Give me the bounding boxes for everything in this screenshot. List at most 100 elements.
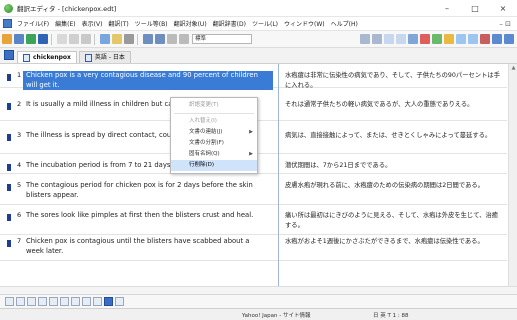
menu-item-split-sentence[interactable]: 文書の分割(F) [171, 138, 257, 149]
document-list-icon[interactable] [4, 50, 14, 60]
dictionary-icon[interactable] [112, 34, 122, 44]
target-text[interactable]: 痛い所は最初はにきびのように見える、そして、水疱は外皮を生じて、治癒する。 [285, 211, 503, 230]
menu-help[interactable]: ヘルプ(H) [328, 19, 361, 28]
document-tab-bar: chickenpox 英語 - 日本 [0, 48, 517, 64]
window-icon[interactable] [456, 34, 466, 44]
menu-dictionary[interactable]: 翻訳辞書(D) [210, 19, 249, 28]
target-text[interactable]: それは通常子供たちの軽い病気であるが、大人の重態でありえる。 [285, 100, 503, 110]
list-icon[interactable] [16, 297, 25, 306]
source-text[interactable]: Chicken pox is contagious until the blis… [26, 237, 268, 256]
row-number: 7 [17, 237, 22, 245]
status-position: 日 英 T 1 : 88 [373, 313, 409, 319]
home-icon[interactable] [5, 297, 14, 306]
maximize-button[interactable]: □ [461, 0, 489, 17]
scroll-up-icon[interactable]: ▲ [509, 64, 517, 73]
settings-icon[interactable] [372, 34, 382, 44]
minimize-button[interactable]: – [433, 0, 461, 17]
toolbar-separator [51, 33, 52, 45]
refresh-icon[interactable] [115, 297, 124, 306]
translate-all-icon[interactable] [155, 34, 165, 44]
vertical-scrollbar[interactable]: ▲ [508, 64, 517, 286]
source-text[interactable]: The contagious period for chicken pox is… [26, 181, 268, 200]
paste-icon[interactable] [81, 34, 91, 44]
flag-icon[interactable] [420, 34, 430, 44]
target-text[interactable]: 潜伏期間は、7から21日までである。 [285, 161, 503, 171]
close-button[interactable]: × [489, 0, 517, 17]
bottom-toolbar [0, 294, 517, 308]
row-number: 1 [17, 71, 22, 79]
menu-window[interactable]: ウィンドウ(W) [281, 19, 328, 28]
stop-icon[interactable] [167, 34, 177, 44]
target-text[interactable]: 病気は、直接接触によって、または、せきとくしゃみによって蔓延する。 [285, 131, 503, 141]
menu-item-change-translation[interactable]: 訳語変更(T) [171, 100, 257, 111]
menu-tools[interactable]: ツール(L) [249, 19, 281, 28]
mdi-controls[interactable]: – ⊡ [499, 20, 511, 28]
target-text[interactable]: 皮膚水疱が現れる前に、水疱瘡のための伝染病の期間は2日間である。 [285, 181, 503, 191]
check-icon[interactable] [71, 297, 80, 306]
table-row[interactable]: 5 The contagious period for chicken pox … [0, 178, 507, 205]
menu-file[interactable]: ファイル(F) [14, 19, 52, 28]
table-row[interactable]: 6 The sores look like pimples at first t… [0, 208, 507, 235]
help-icon[interactable] [124, 34, 134, 44]
star-icon[interactable] [444, 34, 454, 44]
translate-icon[interactable] [143, 34, 153, 44]
copy-icon[interactable] [69, 34, 79, 44]
row-number: 3 [17, 131, 22, 139]
cut-icon[interactable] [57, 34, 67, 44]
view-icon[interactable] [38, 297, 47, 306]
grid-icon[interactable] [27, 297, 36, 306]
menu-view[interactable]: 表示(V) [79, 19, 106, 28]
source-text[interactable]: The sores look like pimples at first the… [26, 211, 268, 221]
menu-item-delete-row[interactable]: 行削除(D) [171, 160, 257, 171]
row-marker [7, 164, 11, 171]
cascade-icon[interactable] [504, 34, 514, 44]
row-number: 2 [17, 100, 22, 108]
row-marker [7, 214, 11, 221]
zoom-icon[interactable] [384, 34, 394, 44]
horizontal-scrollbar[interactable] [0, 286, 517, 294]
find-icon[interactable] [100, 34, 110, 44]
column-divider[interactable] [278, 64, 279, 286]
next-icon[interactable] [179, 34, 189, 44]
target-text[interactable]: 水疱瘡は非常に伝染性の病気であり、そして、子供たちの90パーセントは手に入れる。 [285, 71, 503, 90]
split-icon[interactable] [468, 34, 478, 44]
menu-item-join-sentences[interactable]: 文書の連結(J) ▶ [171, 127, 257, 138]
status-site: Yahoo! Japan - サイト情報 [242, 313, 311, 319]
bookmark-icon[interactable] [93, 297, 102, 306]
new-file-icon[interactable] [2, 34, 12, 44]
menu-tools-b[interactable]: ツール等(B) [132, 19, 171, 28]
open-icon[interactable] [14, 34, 24, 44]
menu-translate[interactable]: 翻訳(T) [105, 19, 131, 28]
translation-grid: 1 Chicken pox is a very contagious disea… [0, 64, 517, 286]
title-bar: 翻訳エディタ - [chickenpox.edt] – □ × [0, 0, 517, 17]
menu-item-proper-noun[interactable]: 固有名詞(Q) ▶ [171, 149, 257, 160]
compare-icon[interactable] [82, 297, 91, 306]
dict-icon[interactable] [49, 297, 58, 306]
exit-icon[interactable] [480, 34, 490, 44]
active-view-icon[interactable] [104, 297, 113, 306]
table-row[interactable]: 7 Chicken pox is contagious until the bl… [0, 234, 507, 261]
tab-language-pair[interactable]: 英語 - 日本 [78, 51, 131, 63]
toolbar-separator [137, 33, 138, 45]
pin-icon[interactable] [408, 34, 418, 44]
table-row[interactable]: 1 Chicken pox is a very contagious disea… [0, 68, 507, 90]
source-text[interactable]: Chicken pox is a very contagious disease… [23, 71, 273, 90]
print-icon[interactable] [26, 34, 36, 44]
check-icon[interactable] [432, 34, 442, 44]
menu-edit[interactable]: 編集(E) [52, 19, 78, 28]
row-marker [7, 184, 11, 191]
layout-icon[interactable] [396, 34, 406, 44]
tile-icon[interactable] [492, 34, 502, 44]
menu-bar: ファイル(F) 編集(E) 表示(V) 翻訳(T) ツール等(B) 翻訳対象(U… [0, 17, 517, 31]
tab-chickenpox[interactable]: chickenpox [17, 51, 77, 63]
target-text[interactable]: 水疱がおよそ1週後にかさぶたができるまで、水疱瘡は伝染性である。 [285, 237, 503, 247]
options-icon[interactable] [360, 34, 370, 44]
menu-target[interactable]: 翻訳対象(U) [171, 19, 210, 28]
memo-icon[interactable] [60, 297, 69, 306]
style-select[interactable]: 標準 [192, 34, 252, 44]
save-icon[interactable] [38, 34, 48, 44]
menu-item-swap[interactable]: 入れ替え(I) [171, 116, 257, 127]
document-icon [84, 53, 92, 62]
toolbar: 標準 [0, 31, 517, 48]
submenu-arrow-icon: ▶ [249, 151, 253, 157]
